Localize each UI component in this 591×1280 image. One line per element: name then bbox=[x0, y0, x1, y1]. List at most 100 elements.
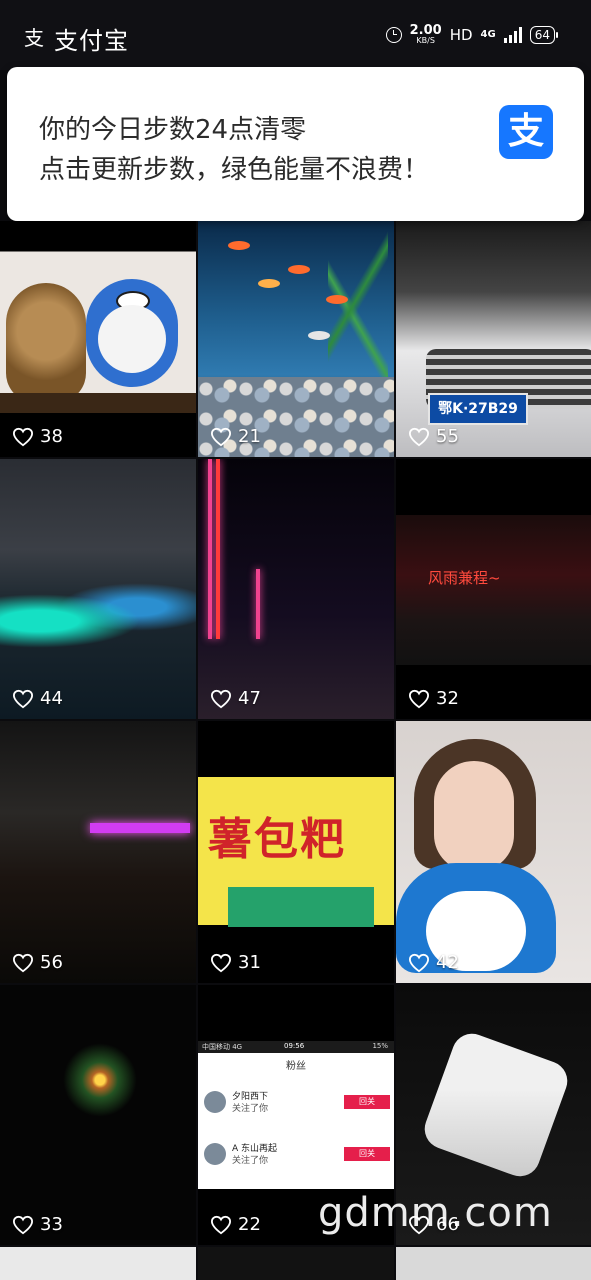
signal-bars-icon bbox=[503, 26, 522, 43]
like-count: 47 bbox=[210, 688, 261, 709]
status-icons: 2.00 KB/S HD 4G 64 bbox=[385, 24, 559, 45]
status-app-indicator: 支 支付宝 bbox=[24, 20, 129, 56]
like-count-value: 38 bbox=[40, 426, 63, 447]
like-count-value: 21 bbox=[238, 426, 261, 447]
thumbnail-fireworks bbox=[0, 985, 196, 1245]
like-count-value: 22 bbox=[238, 1214, 261, 1235]
shop-sign: 薯包粑 bbox=[198, 777, 394, 927]
video-tile[interactable]: 44 bbox=[0, 459, 196, 719]
neon-pole bbox=[256, 569, 260, 639]
thumbnail-night-street bbox=[198, 459, 394, 719]
like-count: 38 bbox=[12, 426, 63, 447]
alarm-clock-icon bbox=[385, 26, 402, 43]
toy-lion bbox=[6, 283, 86, 403]
firework-burst bbox=[40, 1025, 160, 1135]
battery-level: 64 bbox=[534, 27, 550, 42]
notification-line-2: 点击更新步数，绿色能量不浪费！ bbox=[39, 155, 430, 185]
fish bbox=[308, 331, 330, 340]
like-count: 33 bbox=[12, 1214, 63, 1235]
avatar bbox=[204, 1091, 226, 1113]
follow-back-button: 回关 bbox=[344, 1095, 390, 1109]
sign-green-panel bbox=[228, 887, 374, 927]
heart-outline-icon bbox=[12, 689, 34, 708]
sign-text: 薯包粑 bbox=[208, 814, 346, 865]
step-reminder-notification[interactable]: 你的今日步数24点清零 点击更新步数，绿色能量不浪费！ 支 bbox=[7, 67, 584, 221]
like-count: 44 bbox=[12, 688, 63, 709]
video-tile[interactable]: 56 bbox=[0, 721, 196, 983]
like-count: 42 bbox=[408, 952, 459, 973]
video-grid: 38 21 鄂K·27B29 55 44 47 风雨兼程~ 32 56 薯包粑 … bbox=[0, 221, 591, 1280]
video-tile[interactable]: 21 bbox=[198, 221, 394, 457]
aquarium-plant bbox=[328, 221, 388, 401]
face bbox=[434, 761, 514, 871]
screenshot-time: 09:56 bbox=[284, 1042, 305, 1050]
heart-outline-icon bbox=[12, 427, 34, 446]
neon-pole bbox=[216, 459, 220, 639]
like-count: 31 bbox=[210, 952, 261, 973]
like-count-value: 33 bbox=[40, 1214, 63, 1235]
video-tile[interactable]: 风雨兼程~ 32 bbox=[396, 459, 591, 719]
heart-outline-icon bbox=[210, 427, 232, 446]
avatar bbox=[204, 1143, 226, 1165]
fish bbox=[326, 295, 348, 304]
status-bar: 支 支付宝 2.00 KB/S HD 4G 64 bbox=[0, 0, 591, 70]
video-tile[interactable]: 33 bbox=[0, 985, 196, 1245]
video-tile[interactable]: 42 bbox=[396, 721, 591, 983]
like-count: 22 bbox=[210, 1214, 261, 1235]
thumbnail-night-fountain bbox=[0, 459, 196, 719]
follower-action: 关注了你 bbox=[232, 1104, 269, 1114]
video-tile[interactable]: 薯包粑 31 bbox=[198, 721, 394, 983]
neon-pole bbox=[208, 459, 212, 639]
like-count-value: 47 bbox=[238, 688, 261, 709]
like-count: 32 bbox=[408, 688, 459, 709]
thumbnail-shop-sign: 薯包粑 bbox=[198, 721, 394, 983]
video-tile[interactable]: 鄂K·27B29 55 bbox=[396, 221, 591, 457]
notification-line-1: 你的今日步数24点清零 bbox=[39, 115, 307, 145]
shelf bbox=[0, 393, 196, 413]
heart-outline-icon bbox=[210, 1215, 232, 1234]
heart-outline-icon bbox=[408, 953, 430, 972]
license-plate: 鄂K·27B29 bbox=[428, 393, 528, 425]
like-count-value: 44 bbox=[40, 688, 63, 709]
fountain-lights bbox=[0, 579, 196, 649]
doraemon-clock bbox=[86, 279, 178, 387]
thumbnail-selfie-doraemon bbox=[396, 721, 591, 983]
battery-icon: 64 bbox=[529, 25, 559, 44]
alipay-logo-icon: 支 bbox=[499, 105, 553, 159]
neon-bridge bbox=[90, 823, 190, 833]
video-tile[interactable]: 47 bbox=[198, 459, 394, 719]
heart-outline-icon bbox=[210, 689, 232, 708]
follower-row: 夕阳西下 关注了你 回关 bbox=[198, 1085, 394, 1125]
screenshot-status-bar: 中国移动 4G 09:56 15% bbox=[198, 1041, 394, 1053]
like-count: 21 bbox=[210, 426, 261, 447]
follower-row: A 东山再起 关注了你 回关 bbox=[198, 1137, 394, 1177]
like-count-value: 55 bbox=[436, 426, 459, 447]
overlay-caption: 风雨兼程~ bbox=[428, 569, 501, 587]
network-speed: 2.00 KB/S bbox=[410, 24, 442, 45]
heart-outline-icon bbox=[12, 1215, 34, 1234]
follow-back-button: 回关 bbox=[344, 1147, 390, 1161]
video-tile-partial[interactable] bbox=[0, 1247, 196, 1280]
white-car bbox=[419, 1028, 573, 1182]
thumbnail-toy-lion-clock bbox=[0, 221, 196, 457]
fish bbox=[288, 265, 310, 274]
heart-outline-icon bbox=[12, 953, 34, 972]
follower-action: 关注了你 bbox=[232, 1156, 269, 1166]
video-tile[interactable]: 38 bbox=[0, 221, 196, 457]
like-count-value: 56 bbox=[40, 952, 63, 973]
watermark: gdmm.com bbox=[318, 1190, 553, 1236]
fish bbox=[228, 241, 250, 250]
hd-indicator: HD bbox=[449, 25, 473, 44]
status-app-name: 支付宝 bbox=[54, 26, 129, 55]
heart-outline-icon bbox=[210, 953, 232, 972]
alipay-small-icon: 支 bbox=[24, 26, 44, 50]
video-tile-partial[interactable] bbox=[198, 1247, 394, 1280]
thumbnail-rainy-windshield: 风雨兼程~ bbox=[396, 459, 591, 719]
like-count-value: 42 bbox=[436, 952, 459, 973]
thumbnail-aquarium bbox=[198, 221, 394, 457]
fish bbox=[258, 279, 280, 288]
video-tile-partial[interactable] bbox=[396, 1247, 591, 1280]
heart-outline-icon bbox=[408, 427, 430, 446]
like-count-value: 32 bbox=[436, 688, 459, 709]
screenshot-battery: 15% bbox=[372, 1042, 388, 1050]
